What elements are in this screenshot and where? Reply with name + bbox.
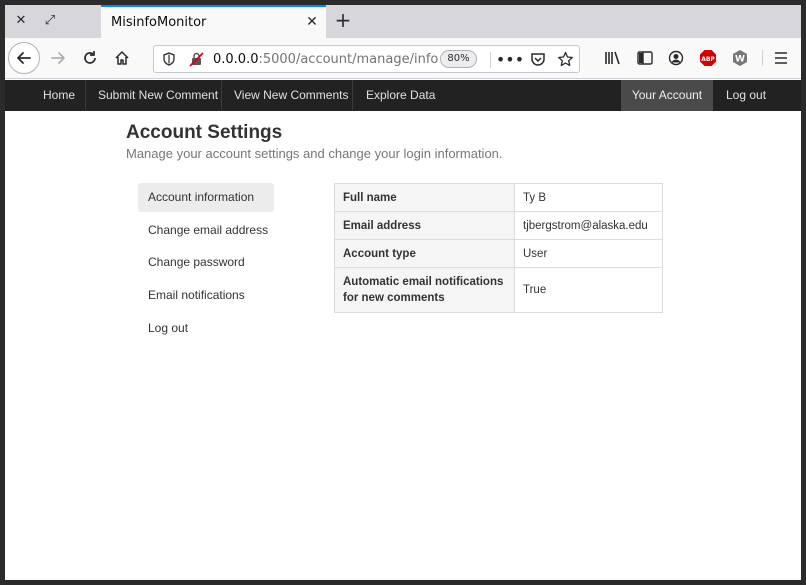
table-key: Email address <box>334 211 515 240</box>
url-divider <box>490 52 491 68</box>
sidebar-toggle-button[interactable] <box>633 46 657 70</box>
pocket-button[interactable] <box>526 47 550 71</box>
url-text[interactable]: 0.0.0.0:5000/account/manage/info <box>213 52 438 67</box>
page-title: Account Settings <box>126 122 283 143</box>
sidebar-item-change-password[interactable]: Change password <box>138 248 274 277</box>
tab-strip: ✕ ⤢ MisinfoMonitor ✕ + <box>5 5 801 38</box>
browser-window: ✕ ⤢ MisinfoMonitor ✕ + 0.0.0.0:5000/acco… <box>5 5 801 580</box>
account-info-table: Full name Ty B Email address tjbergstrom… <box>334 183 663 313</box>
table-value: Ty B <box>514 183 663 212</box>
pocket-icon <box>531 53 545 66</box>
table-key: Automatic email notifications for new co… <box>334 267 515 313</box>
nav-link-explore-data[interactable]: Explore Data <box>366 80 435 111</box>
sidebar-item-email-notifications[interactable]: Email notifications <box>138 281 274 310</box>
account-icon <box>668 50 684 66</box>
adblock-button[interactable]: ABP <box>696 46 720 70</box>
url-path: :5000/account/manage/info <box>258 52 439 67</box>
library-icon <box>605 51 620 65</box>
sidebar-item-account-information[interactable]: Account information <box>138 183 274 212</box>
page-subtitle: Manage your account settings and change … <box>126 146 503 161</box>
nav-divider <box>85 80 86 111</box>
url-bar[interactable]: 0.0.0.0:5000/account/manage/info 80% ••• <box>153 45 580 73</box>
table-row: Email address tjbergstrom@alaska.edu <box>334 211 663 240</box>
page-actions-icon[interactable]: ••• <box>496 47 524 71</box>
star-icon <box>557 51 573 66</box>
home-button[interactable] <box>110 46 134 70</box>
table-key: Account type <box>334 239 515 268</box>
tab-title: MisinfoMonitor <box>111 15 207 30</box>
reload-icon <box>84 51 96 64</box>
nav-link-submit-new-comment[interactable]: Submit New Comment <box>98 80 218 111</box>
nav-link-log-out[interactable]: Log out <box>726 80 766 111</box>
tab-close-icon[interactable]: ✕ <box>304 14 320 30</box>
new-tab-icon[interactable]: + <box>333 10 353 32</box>
extension-button[interactable]: W <box>728 46 752 70</box>
reload-button[interactable] <box>78 46 102 70</box>
account-button[interactable] <box>664 46 688 70</box>
window-close-icon[interactable]: ✕ <box>12 12 30 30</box>
window-maximize-icon[interactable]: ⤢ <box>41 12 59 30</box>
shield-icon[interactable] <box>162 52 176 66</box>
bookmark-star-button[interactable] <box>553 47 577 71</box>
forward-button[interactable] <box>46 46 70 70</box>
table-value: User <box>514 239 663 268</box>
svg-text:ABP: ABP <box>701 56 715 63</box>
extension-w-icon: W <box>733 50 747 66</box>
table-row: Automatic email notifications for new co… <box>334 267 663 313</box>
adblock-plus-icon: ABP <box>700 50 716 66</box>
sidebar-item-change-email[interactable]: Change email address <box>138 216 274 245</box>
nav-toolbar: 0.0.0.0:5000/account/manage/info 80% ••• <box>5 38 801 79</box>
back-button[interactable] <box>8 42 40 74</box>
nav-link-your-account[interactable]: Your Account <box>621 80 713 111</box>
svg-text:W: W <box>735 55 745 65</box>
back-arrow-icon <box>17 52 31 64</box>
library-button[interactable] <box>601 46 625 70</box>
browser-tab[interactable]: MisinfoMonitor ✕ <box>101 5 326 38</box>
insecure-lock-icon[interactable] <box>189 52 204 67</box>
hamburger-menu-icon <box>775 52 787 64</box>
nav-link-view-new-comments[interactable]: View New Comments <box>234 80 348 111</box>
sidebar-icon <box>637 51 653 65</box>
nav-divider <box>352 80 353 111</box>
url-host: 0.0.0.0 <box>213 52 259 67</box>
toolbar-divider <box>762 50 763 66</box>
menu-button[interactable] <box>769 46 793 70</box>
nav-divider <box>221 80 222 111</box>
sidebar-item-log-out[interactable]: Log out <box>138 314 274 343</box>
nav-link-home[interactable]: Home <box>43 80 75 111</box>
table-key: Full name <box>334 183 515 212</box>
site-navbar: Home Submit New Comment View New Comment… <box>5 80 801 111</box>
table-row: Account type User <box>334 239 663 268</box>
forward-arrow-icon <box>51 52 65 64</box>
table-value: tjbergstrom@alaska.edu <box>514 211 663 240</box>
table-value: True <box>514 267 663 313</box>
zoom-indicator[interactable]: 80% <box>440 50 477 68</box>
home-icon <box>115 51 129 65</box>
table-row: Full name Ty B <box>334 183 663 212</box>
